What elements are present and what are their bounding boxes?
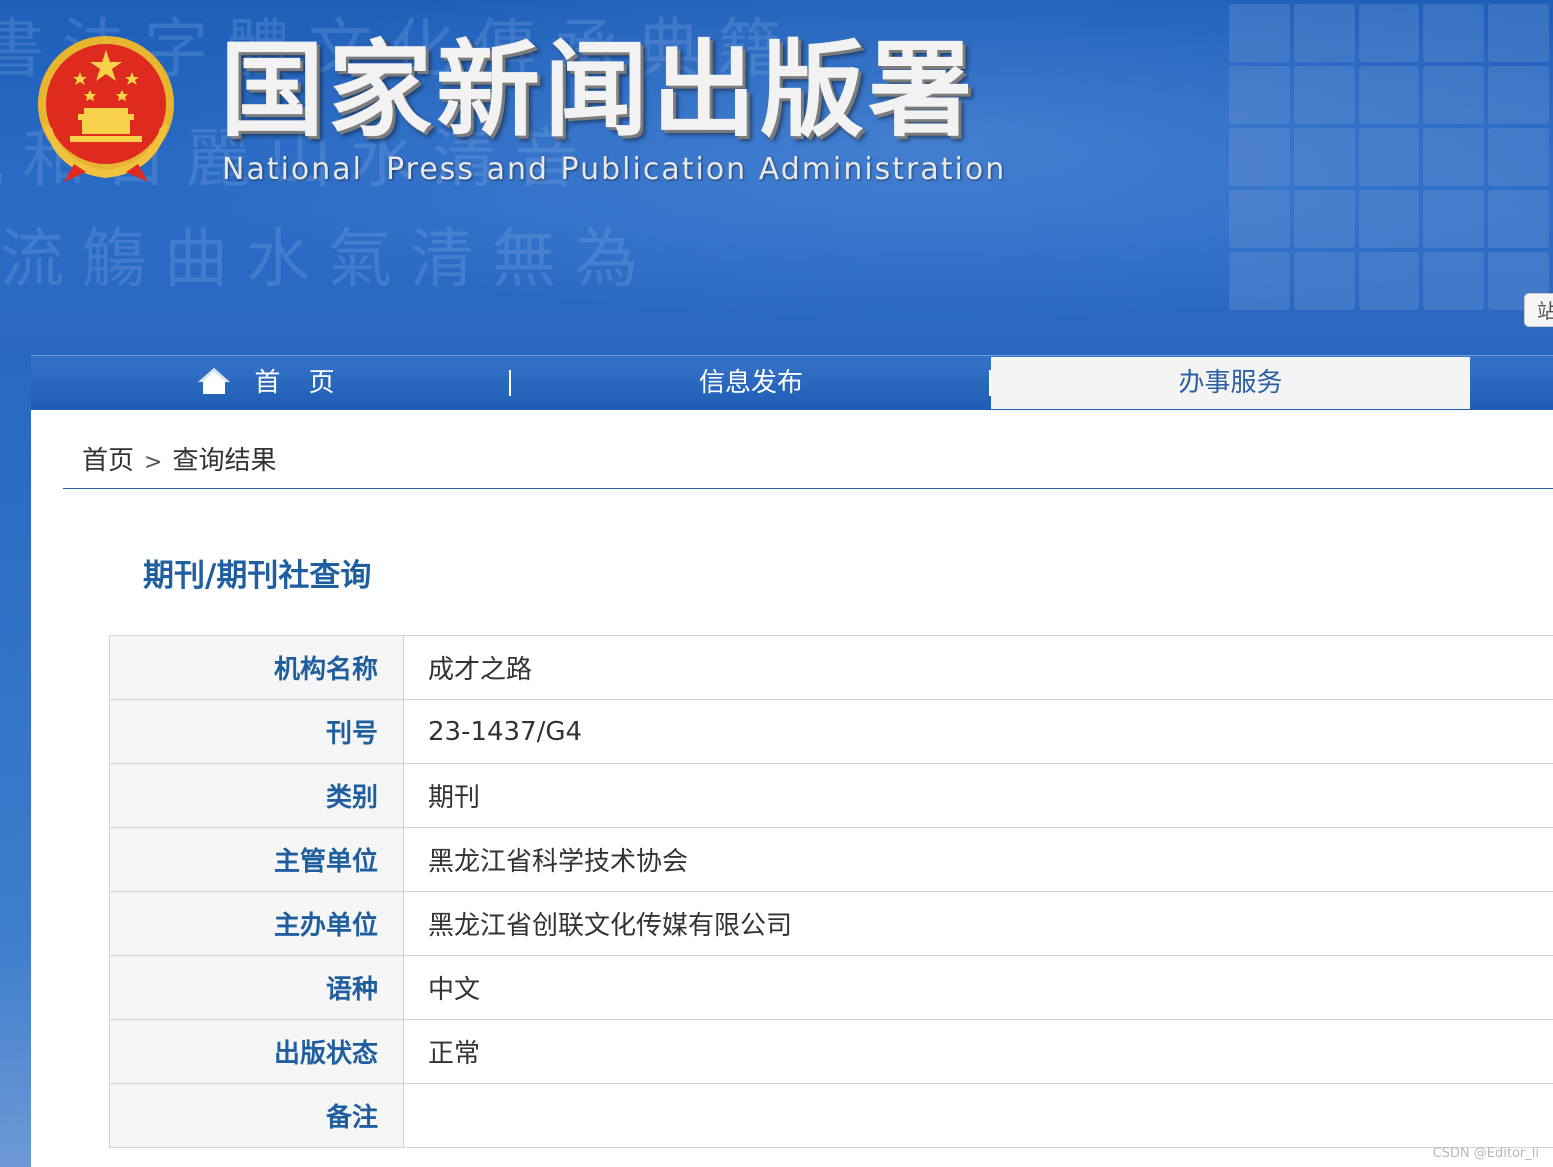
watermark: CSDN @Editor_li (1432, 1146, 1539, 1161)
nav-info-release-label: 信息发布 (698, 368, 803, 398)
row-value: 黑龙江省创联文化传媒有限公司 (403, 891, 1553, 956)
table-row: 备注 (109, 1083, 1553, 1148)
row-value: 中文 (403, 955, 1553, 1020)
nav-info-release[interactable]: 信息发布 (511, 356, 991, 411)
table-row: 主办单位 黑龙江省创联文化传媒有限公司 (109, 891, 1553, 956)
row-label: 主办单位 (109, 891, 404, 956)
breadcrumb-current: 查询结果 (172, 446, 277, 476)
row-value: 黑龙江省科学技术协会 (403, 827, 1553, 892)
row-value: 正常 (403, 1019, 1553, 1084)
national-emblem-icon (38, 36, 174, 182)
main-nav: 首 页 信息发布 办事服务 (31, 355, 1553, 411)
row-value: 成才之路 (403, 635, 1553, 700)
table-row: 主管单位 黑龙江省科学技术协会 (109, 827, 1553, 892)
site-title: 国家新闻出版署 (220, 29, 977, 151)
site-header: 書法字體文化傳承典籍 風和日麗山水清音 流觴曲水氣清無為 国家新闻出版署 Nat… (0, 0, 1553, 355)
side-tab[interactable]: 站 (1524, 293, 1553, 327)
nav-services[interactable]: 办事服务 (991, 357, 1470, 409)
seal-grid-decoration (1225, 0, 1553, 355)
calligraphy-background: 流觴曲水氣清無為 (0, 223, 656, 297)
main-content: 首页 > 查询结果 期刊/期刊社查询 机构名称 成才之路 刊号 23-1437/G4… (31, 410, 1553, 1167)
row-label: 主管单位 (109, 827, 404, 892)
row-label: 语种 (109, 955, 404, 1020)
table-row: 机构名称 成才之路 (109, 635, 1553, 700)
row-value: 23-1437/G4 (403, 699, 1553, 764)
record-table: 机构名称 成才之路 刊号 23-1437/G4 类别 期刊 主管单位 黑龙江省科… (109, 635, 1553, 1148)
row-label: 备注 (109, 1083, 404, 1148)
row-label: 类别 (109, 763, 404, 828)
nav-home-label: 首 页 (254, 368, 345, 398)
nav-home[interactable]: 首 页 (31, 356, 510, 411)
breadcrumb-separator: > (144, 450, 163, 475)
breadcrumb-divider (63, 488, 1553, 489)
nav-services-label: 办事服务 (1178, 368, 1283, 398)
site-subtitle: National Press and Publication Administr… (222, 152, 1007, 187)
row-value: 期刊 (403, 763, 1553, 828)
table-row: 语种 中文 (109, 955, 1553, 1020)
page-title: 期刊/期刊社查询 (143, 558, 372, 594)
table-row: 类别 期刊 (109, 763, 1553, 828)
row-label: 出版状态 (109, 1019, 404, 1084)
table-row: 刊号 23-1437/G4 (109, 699, 1553, 764)
home-icon (198, 367, 231, 394)
row-value (403, 1083, 1553, 1148)
breadcrumb: 首页 > 查询结果 (82, 440, 276, 477)
row-label: 机构名称 (109, 635, 404, 700)
breadcrumb-home-link[interactable]: 首页 (82, 446, 134, 476)
table-row: 出版状态 正常 (109, 1019, 1553, 1084)
row-label: 刊号 (109, 699, 404, 764)
